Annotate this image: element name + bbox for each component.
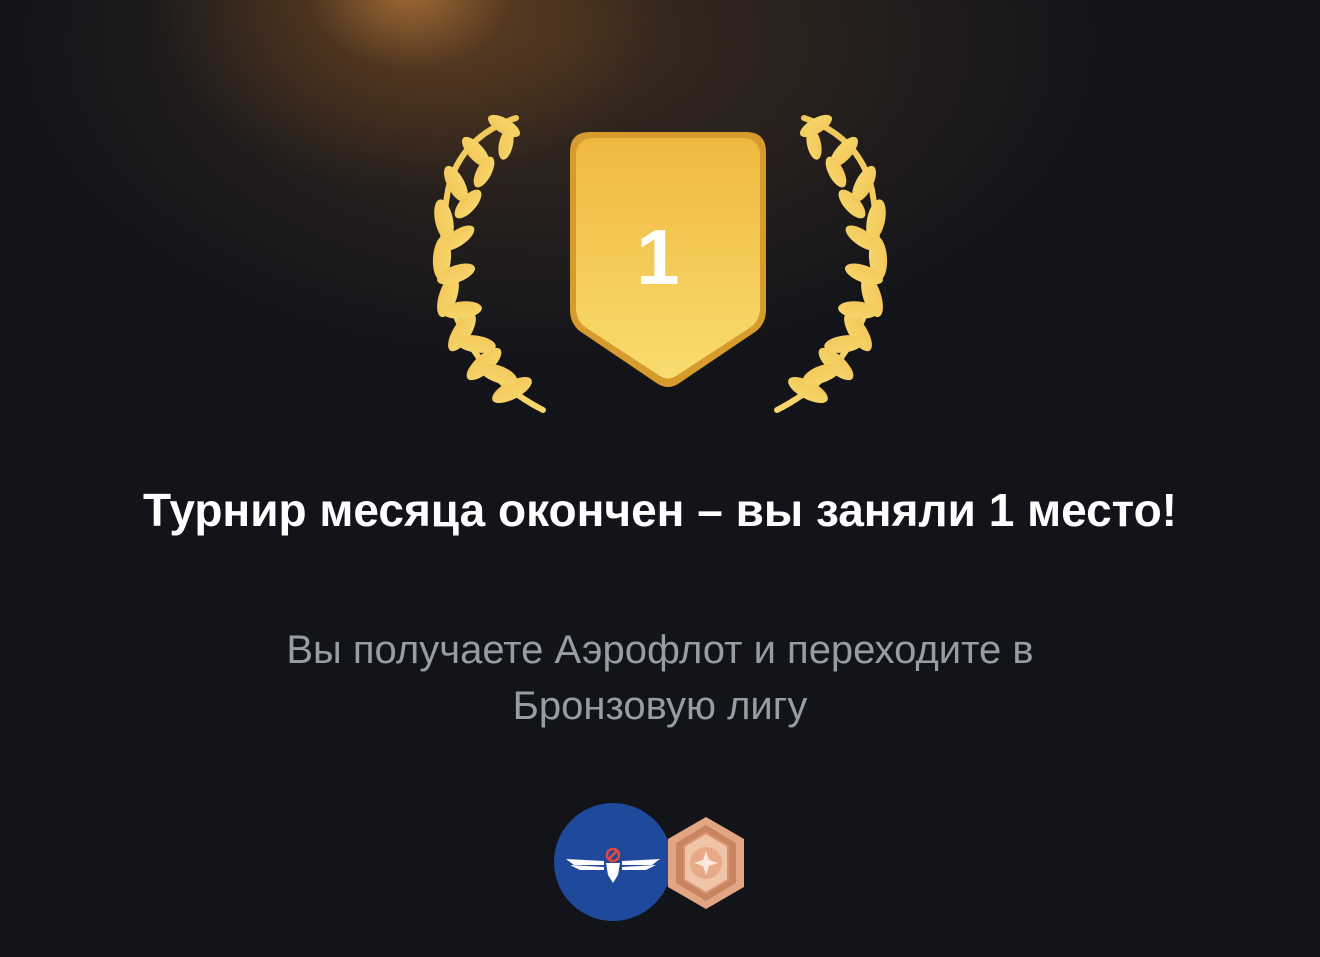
laurel-right-icon: [777, 112, 889, 410]
rewards-row: [554, 803, 754, 925]
aeroflot-logo-icon: [554, 803, 672, 921]
place-number: 1: [636, 213, 679, 301]
result-title: Турнир месяца окончен – вы заняли 1 мест…: [143, 484, 1177, 536]
laurel-left-icon: [431, 112, 543, 410]
place-shield-icon: 1: [570, 132, 766, 387]
first-place-trophy: 1: [420, 112, 900, 422]
result-subtitle: Вы получаете Аэрофлот и переходите в Бро…: [286, 628, 1034, 728]
bronze-league-badge-icon: [664, 813, 748, 913]
